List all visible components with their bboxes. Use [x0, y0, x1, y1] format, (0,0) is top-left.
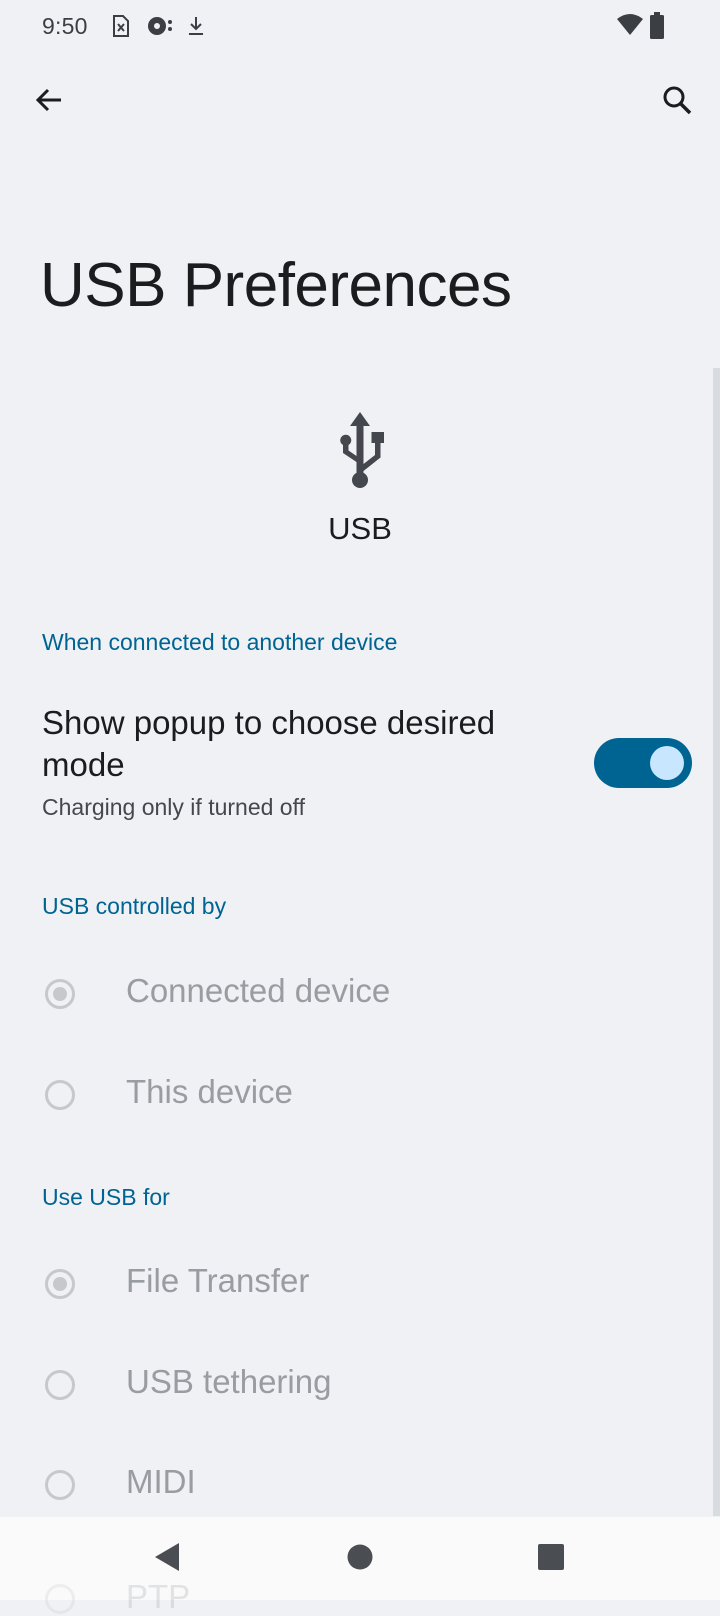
search-icon [661, 84, 693, 121]
switch-thumb [650, 746, 684, 780]
page-title: USB Preferences [40, 251, 512, 320]
back-button[interactable] [21, 74, 77, 130]
popup-toggle-switch[interactable] [594, 738, 692, 788]
popup-preference-title: Show popup to choose desired mode [42, 704, 496, 783]
radio-row-usb-tethering[interactable]: USB tethering [0, 1338, 710, 1438]
battery-icon [649, 12, 665, 45]
section-header-use-for: Use USB for [42, 1184, 170, 1210]
radio-label-this-device: This device [126, 1073, 293, 1110]
arrow-back-icon [34, 85, 64, 120]
usb-label: USB [328, 511, 392, 546]
radio-button-file-transfer[interactable] [45, 1269, 75, 1299]
radio-row-connected-device[interactable]: Connected device [0, 947, 710, 1047]
usb-icon [330, 410, 390, 490]
sim-error-icon [110, 14, 130, 43]
section-header-controlled-by: USB controlled by [42, 893, 227, 919]
radio-label-ptp: PTP [126, 1578, 191, 1615]
radio-row-ptp[interactable]: PTP [0, 1568, 720, 1615]
radio-label-connected-device: Connected device [126, 972, 391, 1009]
radio-button-usb-tethering[interactable] [45, 1370, 75, 1400]
radio-row-file-transfer[interactable]: File Transfer [0, 1237, 710, 1337]
radio-row-this-device[interactable]: This device [0, 1048, 710, 1148]
wifi-icon [616, 13, 644, 42]
download-icon [186, 14, 206, 43]
radio-button-midi[interactable] [45, 1470, 75, 1500]
search-button[interactable] [649, 74, 705, 130]
radio-button-this-device[interactable] [45, 1080, 75, 1110]
radio-button-connected-device[interactable] [45, 979, 75, 1009]
popup-preference-summary: Charging only if turned off [42, 794, 305, 820]
cast-icon [146, 14, 174, 43]
section-header-connected: When connected to another device [42, 629, 398, 655]
status-bar: 9:50 [0, 0, 720, 56]
radio-label-usb-tethering: USB tethering [126, 1363, 332, 1400]
status-time: 9:50 [42, 13, 88, 39]
radio-label-midi: MIDI [126, 1463, 196, 1500]
radio-button-ptp[interactable] [45, 1584, 75, 1614]
radio-label-file-transfer: File Transfer [126, 1262, 310, 1299]
